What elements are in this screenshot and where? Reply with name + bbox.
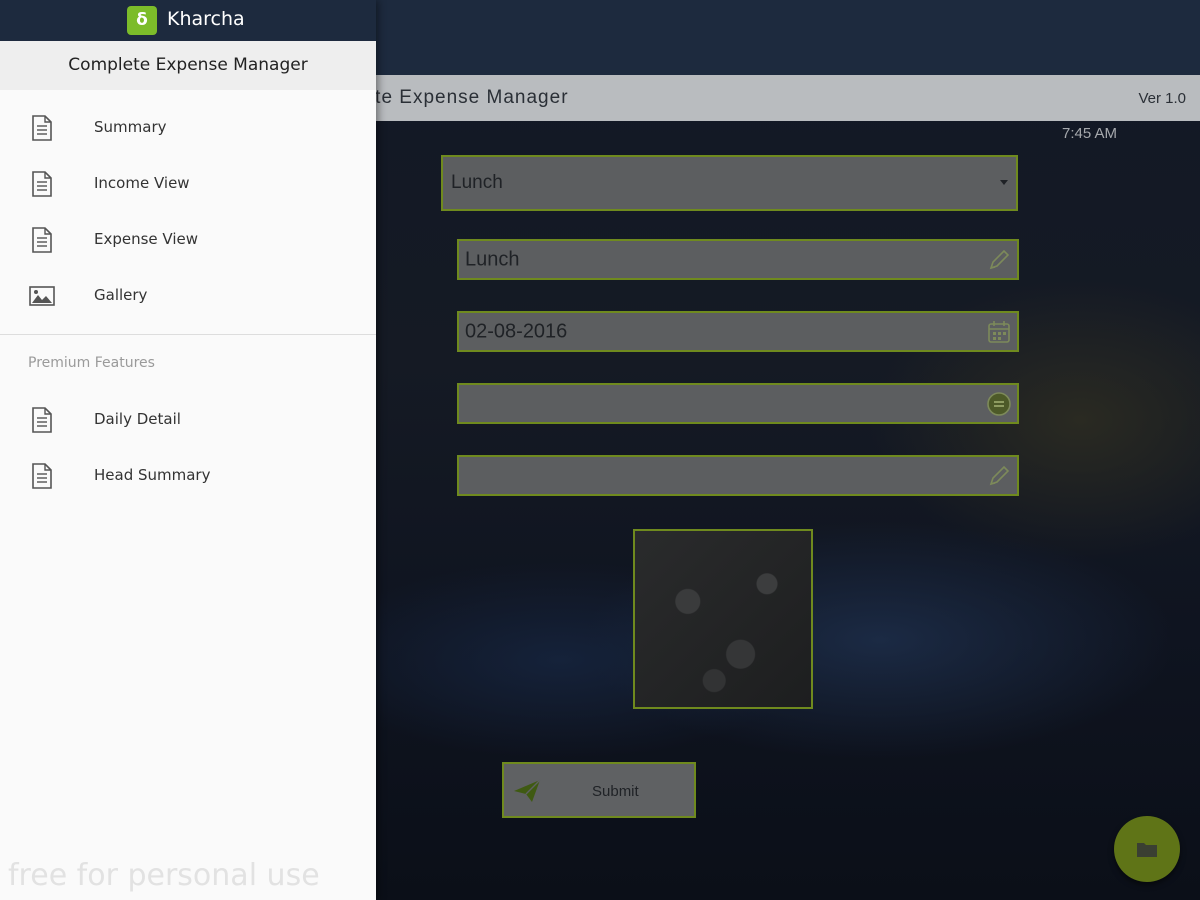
document-icon (32, 115, 52, 141)
premium-section-label: Premium Features (28, 355, 155, 371)
date-field[interactable]: 02-08-2016 (457, 311, 1019, 352)
menu-item-label: Head Summary (94, 466, 211, 484)
menu-item-label: Income View (94, 174, 190, 192)
submit-label: Submit (592, 783, 639, 800)
expense-name-value: Lunch (465, 248, 520, 270)
calendar-icon (988, 320, 1010, 343)
date-value: 02-08-2016 (465, 320, 568, 342)
watermark-text: free for personal use (8, 858, 320, 893)
document-icon (32, 227, 52, 253)
menu-item-gallery[interactable]: Gallery (0, 268, 376, 324)
menu-item-expense-view[interactable]: Expense View (0, 212, 376, 268)
submit-button[interactable]: Submit (502, 762, 696, 818)
floating-action-button[interactable] (1114, 816, 1180, 882)
document-icon (32, 463, 52, 489)
send-icon (514, 779, 541, 802)
dropdown-caret-icon (1000, 180, 1008, 185)
menu-item-summary[interactable]: Summary (0, 100, 376, 156)
amount-field[interactable] (457, 383, 1019, 424)
navigation-drawer: δ Kharcha Complete Expense Manager Summa… (0, 0, 376, 900)
folder-icon (1137, 843, 1157, 857)
category-select[interactable]: Lunch (441, 155, 1018, 211)
pencil-icon (989, 465, 1010, 485)
image-icon (29, 286, 55, 306)
time-label: 7:45 AM (1062, 125, 1118, 142)
menu-item-label: Expense View (94, 230, 199, 248)
expense-name-field[interactable]: Lunch (457, 239, 1019, 280)
document-icon (32, 407, 52, 433)
note-field[interactable] (457, 455, 1019, 496)
coin-icon (987, 391, 1011, 416)
menu-item-head-summary[interactable]: Head Summary (0, 448, 376, 504)
version-label: Ver 1.0 (1138, 90, 1186, 107)
receipt-photo[interactable] (633, 529, 813, 709)
menu-item-income-view[interactable]: Income View (0, 156, 376, 212)
category-select-value: Lunch (451, 172, 503, 193)
menu-divider (0, 334, 376, 335)
document-icon (32, 171, 52, 197)
app-logo-icon: δ (127, 6, 157, 35)
menu-item-label: Daily Detail (94, 410, 181, 428)
menu-item-label: Summary (94, 118, 167, 136)
app-logo-glyph: δ (136, 10, 148, 30)
menu-item-label: Gallery (94, 286, 148, 304)
drawer-header: δ Kharcha (0, 0, 376, 41)
pencil-icon (989, 249, 1010, 269)
app-name: Kharcha (167, 8, 245, 30)
menu-item-daily-detail[interactable]: Daily Detail (0, 392, 376, 448)
drawer-subtitle: Complete Expense Manager (0, 41, 376, 90)
